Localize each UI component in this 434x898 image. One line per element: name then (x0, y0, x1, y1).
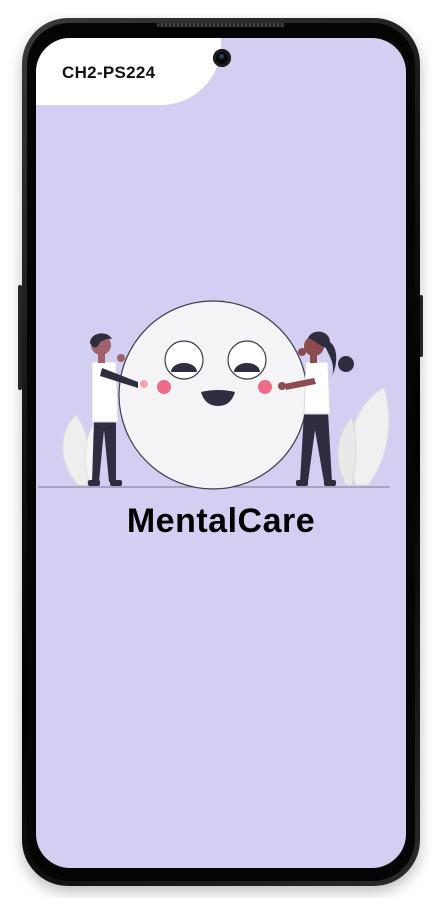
speaker-grille (157, 23, 285, 27)
header-tab: CH2-PS224 (36, 38, 221, 105)
app-name: MentalCare (126, 502, 316, 540)
front-camera-icon (213, 49, 231, 67)
device-mockup: CH2-PS224 MentalCare (0, 0, 434, 898)
header-title: CH2-PS224 (62, 63, 156, 82)
smiley-face-icon (118, 300, 308, 490)
right-leaf-icon (337, 387, 390, 486)
mental-health-smiley-illustration (38, 300, 390, 490)
